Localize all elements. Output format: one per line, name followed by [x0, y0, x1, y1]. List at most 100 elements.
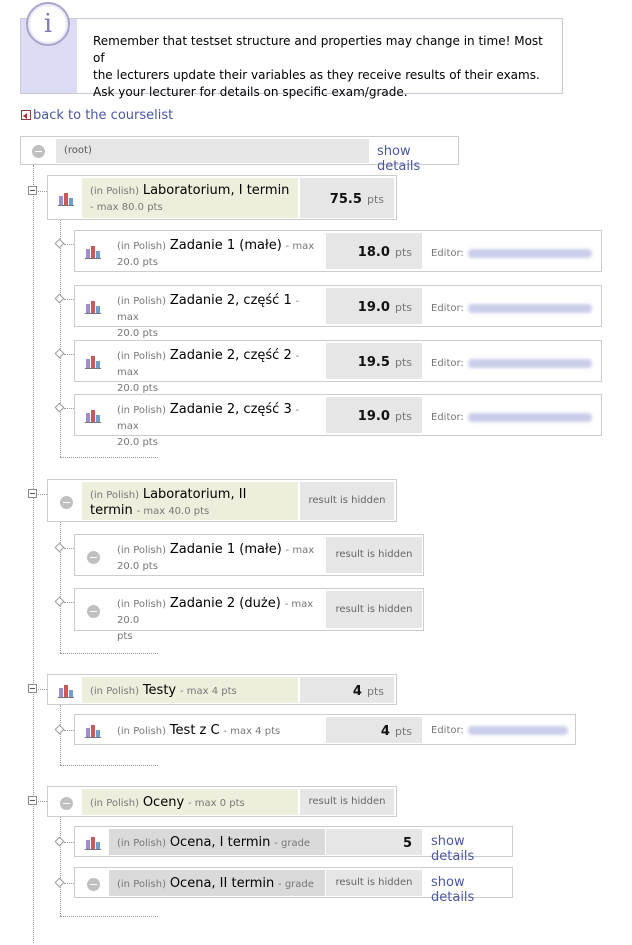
item-title: Test z C	[169, 723, 220, 738]
group-max: - max 4 pts	[179, 686, 237, 697]
editor-label: Editor:	[431, 358, 592, 369]
item-max-2: 20.0 pts	[117, 328, 158, 339]
item-title: Zadanie 2, część 2	[169, 348, 292, 363]
item-name: (in Polish) Ocena, II termin - grade	[109, 870, 325, 896]
item-name: (in Polish) Zadanie 2, część 3 - max 20.0…	[109, 397, 325, 449]
score-value: 19.5	[357, 355, 390, 370]
item-score: 19.0 pts	[326, 288, 422, 324]
chart-icon	[54, 683, 78, 702]
item-zadanie-2-duze[interactable]: (in Polish) Zadanie 2 (duże) - max 20.0 p…	[74, 588, 424, 642]
minus-icon	[54, 795, 78, 814]
chart-icon	[81, 723, 105, 742]
item-name: (in Polish) Test z C - max 4 pts	[109, 717, 325, 743]
result-hidden: result is hidden	[326, 591, 422, 628]
item-score: 19.0 pts	[326, 397, 422, 433]
editor-text: Editor:	[431, 248, 464, 259]
score-value: 4	[380, 724, 390, 739]
prefix: (in Polish)	[117, 351, 166, 362]
item-score: 19.5 pts	[326, 343, 422, 379]
item-title: Zadanie 1 (małe)	[169, 238, 282, 253]
result-hidden: result is hidden	[326, 537, 422, 573]
prefix: (in Polish)	[90, 798, 139, 809]
group-laboratorium-2[interactable]: (in Polish) Laboratorium, II termin - ma…	[47, 479, 397, 522]
back-link-label: back to the courselist	[33, 108, 174, 123]
show-details-link[interactable]: show details	[431, 875, 512, 905]
item-title: Zadanie 2, część 1	[169, 293, 292, 308]
item-zadanie-2-2[interactable]: (in Polish) Zadanie 2, część 2 - max 20.0…	[74, 340, 602, 395]
chart-icon	[81, 354, 105, 373]
score-unit: pts	[394, 725, 412, 738]
item-max: - grade	[274, 838, 311, 849]
root-label: (root)	[56, 139, 291, 163]
group-laboratorium-1[interactable]: (in Polish) Laboratorium, I termin - max…	[47, 175, 397, 220]
item-max-2: pts	[117, 631, 133, 642]
item-max-2: 20.0 pts	[117, 383, 158, 394]
chart-icon	[81, 244, 105, 263]
prefix: (in Polish)	[117, 838, 166, 849]
item-title: Zadanie 2, część 3	[169, 402, 292, 417]
item-title: Zadanie 1 (małe)	[169, 542, 282, 557]
group-title: Laboratorium, I termin	[142, 183, 290, 198]
prefix: (in Polish)	[90, 686, 139, 697]
prefix: (in Polish)	[90, 186, 139, 197]
editor-text: Editor:	[431, 412, 464, 423]
score-unit: pts	[366, 685, 384, 698]
collapse-toggle[interactable]	[28, 684, 37, 693]
score-value: 18.0	[357, 245, 390, 260]
item-zadanie-2-3[interactable]: (in Polish) Zadanie 2, część 3 - max 20.0…	[74, 394, 602, 449]
item-title: Ocena, I termin	[169, 835, 271, 850]
collapse-toggle[interactable]	[28, 796, 37, 805]
prefix: (in Polish)	[117, 879, 166, 890]
show-details-link[interactable]: show details	[431, 834, 512, 864]
back-to-courselist-link[interactable]: back to the courselist	[21, 108, 173, 123]
group-title: Oceny	[142, 795, 185, 810]
item-test-z-c[interactable]: (in Polish) Test z C - max 4 pts 4 pts E…	[74, 714, 576, 745]
result-hidden: result is hidden	[300, 789, 394, 815]
editor-name-redacted	[467, 248, 592, 258]
group-name: (in Polish) Laboratorium, II termin - ma…	[82, 482, 298, 520]
score-unit: pts	[394, 356, 412, 369]
group-score: 75.5 pts	[300, 178, 394, 218]
item-ocena-2[interactable]: (in Polish) Ocena, II termin - grade res…	[74, 867, 513, 905]
collapse-toggle[interactable]	[28, 489, 37, 498]
item-zadanie-2-1[interactable]: (in Polish) Zadanie 2, część 1 - max 20.0…	[74, 285, 602, 339]
notice-line-3: Ask your lecturer for details on specifi…	[93, 85, 408, 99]
item-name: (in Polish) Zadanie 2, część 2 - max 20.0…	[109, 343, 325, 395]
group-max: - max 80.0 pts	[90, 202, 163, 213]
editor-text: Editor:	[431, 725, 464, 736]
prefix: (in Polish)	[117, 726, 166, 737]
minus-icon	[81, 603, 105, 622]
root-node: (root) show details	[20, 136, 459, 174]
item-name: (in Polish) Zadanie 1 (małe) - max 20.0 p…	[109, 233, 325, 271]
item-max-2: 20.0 pts	[117, 257, 158, 268]
chart-icon	[81, 408, 105, 427]
prefix: (in Polish)	[117, 405, 166, 416]
group-name: (in Polish) Testy - max 4 pts	[82, 677, 298, 703]
chart-icon	[81, 835, 105, 854]
prefix: (in Polish)	[117, 599, 166, 610]
minus-icon	[54, 494, 78, 513]
result-hidden: result is hidden	[326, 870, 422, 896]
group-score: 4 pts	[300, 677, 394, 703]
item-name: (in Polish) Zadanie 1 (małe) - max 20.0 p…	[109, 537, 325, 575]
item-score: 18.0 pts	[326, 233, 422, 269]
score-value: 19.0	[357, 409, 390, 424]
back-arrow-icon	[21, 110, 31, 120]
group-testy[interactable]: (in Polish) Testy - max 4 pts 4 pts	[47, 674, 397, 705]
prefix: (in Polish)	[117, 296, 166, 307]
item-zadanie-1[interactable]: (in Polish) Zadanie 1 (małe) - max 20.0 p…	[74, 230, 602, 272]
item-title: Ocena, II termin	[169, 876, 275, 891]
item-zadanie-1-hidden[interactable]: (in Polish) Zadanie 1 (małe) - max 20.0 p…	[74, 534, 424, 576]
group-oceny[interactable]: (in Polish) Oceny - max 0 pts result is …	[47, 786, 397, 817]
info-icon: i	[26, 2, 70, 46]
item-name: (in Polish) Ocena, I termin - grade	[109, 829, 325, 855]
editor-name-redacted	[467, 725, 568, 735]
item-ocena-1[interactable]: (in Polish) Ocena, I termin - grade 5 sh…	[74, 826, 513, 864]
notice-line-2: the lecturers update their variables as …	[93, 68, 540, 82]
root-score-cell	[273, 139, 369, 163]
collapse-toggle[interactable]	[28, 186, 37, 195]
score-value: 4	[352, 684, 362, 699]
editor-text: Editor:	[431, 303, 464, 314]
result-hidden: result is hidden	[300, 482, 394, 520]
root-show-details-link[interactable]: show details	[377, 144, 458, 174]
